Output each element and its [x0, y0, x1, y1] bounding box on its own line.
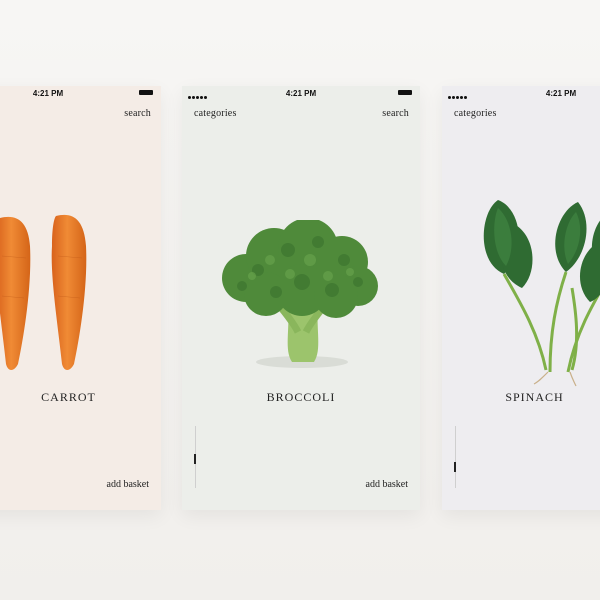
status-bar: 4:21 PM	[0, 86, 161, 102]
carrot-image	[0, 214, 87, 370]
search-button[interactable]: search	[124, 108, 151, 119]
product-name: BROCCOLI	[266, 390, 336, 404]
page-indicator-thumb	[454, 462, 456, 472]
add-basket-button[interactable]: add basket	[107, 479, 150, 490]
battery-icon	[398, 90, 412, 95]
screen-broccoli: 4:21 PM categories search BROCCOLI add b…	[182, 86, 420, 510]
categories-button[interactable]: categories	[454, 108, 497, 119]
add-basket-button[interactable]: add basket	[366, 479, 409, 490]
page-indicator[interactable]	[194, 426, 198, 488]
status-time: 4:21 PM	[32, 89, 64, 98]
signal-icon	[188, 92, 208, 99]
screen-spinach: 4:21 PM categories SPINACH	[442, 86, 600, 510]
status-bar: 4:21 PM	[442, 86, 600, 102]
page-indicator-thumb	[194, 454, 196, 464]
signal-icon	[448, 92, 468, 99]
status-bar: 4:21 PM	[182, 86, 420, 102]
spinach-image	[483, 200, 600, 387]
search-button[interactable]: search	[382, 108, 409, 119]
product-name: CARROT	[41, 390, 96, 404]
screen-carrot: 4:21 PM search CARROT add basket	[0, 86, 161, 510]
product-name: SPINACH	[505, 390, 564, 404]
battery-icon	[139, 90, 153, 95]
page-indicator[interactable]	[454, 426, 458, 488]
status-time: 4:21 PM	[285, 89, 317, 98]
status-time: 4:21 PM	[545, 89, 577, 98]
broccoli-image	[222, 220, 378, 368]
categories-button[interactable]: categories	[194, 108, 237, 119]
